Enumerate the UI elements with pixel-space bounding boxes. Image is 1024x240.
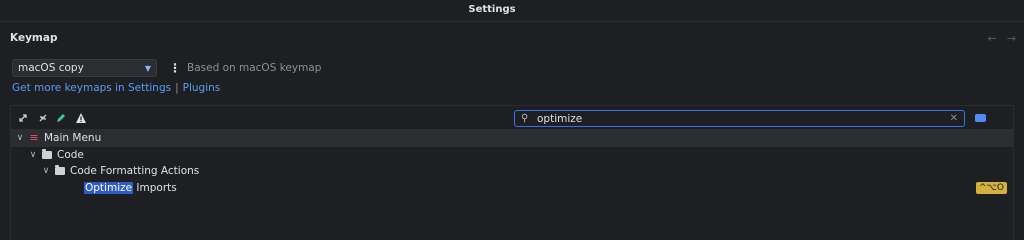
chevron-down-icon[interactable]: ∨ — [27, 150, 39, 160]
more-options-icon[interactable]: ⋮ — [169, 61, 181, 75]
search-field[interactable]: ⚲ ✕ — [514, 110, 965, 127]
keymap-dropdown-value: macOS copy — [18, 62, 84, 74]
collapse-all-icon[interactable] — [37, 112, 49, 124]
menu-icon: ≡ — [29, 131, 39, 145]
tree-row[interactable]: ∨ Code Formatting Actions — [11, 163, 1013, 180]
based-on-label: Based on macOS keymap — [187, 62, 322, 74]
tree-item-label: Code — [57, 148, 84, 161]
folder-icon — [55, 165, 65, 176]
keymap-toolbar: ⚲ ✕ — [11, 106, 1013, 130]
link-separator: | — [175, 82, 179, 94]
back-arrow-icon[interactable]: ← — [988, 32, 997, 45]
warning-icon[interactable] — [75, 112, 87, 124]
tree-item-label: Code Formatting Actions — [70, 165, 200, 178]
action-tree: ∨ ≡ Main Menu ∨ Code ∨ Code Formatting A… — [11, 130, 1013, 196]
chevron-down-icon[interactable]: ∨ — [40, 166, 52, 176]
get-more-keymaps-link[interactable]: Get more keymaps in Settings — [12, 82, 171, 94]
search-input[interactable] — [535, 112, 950, 125]
tree-row[interactable]: ∨ Code — [11, 147, 1013, 164]
chevron-down-icon[interactable]: ∨ — [14, 133, 26, 143]
forward-arrow-icon[interactable]: → — [1007, 32, 1016, 45]
plugins-link[interactable]: Plugins — [183, 82, 221, 94]
find-by-shortcut-icon[interactable] — [975, 114, 986, 122]
clear-search-icon[interactable]: ✕ — [950, 113, 958, 124]
tree-item-label: Main Menu — [44, 132, 102, 145]
page-title: Keymap — [10, 32, 58, 44]
keymap-panel: ⚲ ✕ ∨ ≡ Main Menu ∨ Code ∨ Code Formatti… — [10, 105, 1014, 240]
folder-icon — [42, 148, 52, 159]
keymap-dropdown[interactable]: macOS copy ▼ — [12, 59, 157, 77]
search-icon[interactable]: ⚲ — [521, 113, 535, 124]
navigation-arrows: ← → — [988, 32, 1016, 45]
tree-row[interactable]: Optimize Imports ^⌥O — [11, 180, 1013, 197]
keymap-links: Get more keymaps in Settings | Plugins — [12, 82, 220, 94]
title-bar: Settings — [0, 0, 1024, 22]
search-match-highlight: Optimize — [84, 181, 134, 194]
edit-icon[interactable] — [55, 112, 67, 124]
chevron-down-icon: ▼ — [144, 63, 151, 73]
tree-row[interactable]: ∨ ≡ Main Menu — [11, 130, 1013, 147]
expand-all-icon[interactable] — [17, 112, 29, 124]
tree-item-label: Imports — [133, 181, 177, 194]
keymap-selector-row: macOS copy ▼ ⋮ Based on macOS keymap — [12, 59, 321, 77]
window-title: Settings — [468, 4, 516, 15]
shortcut-badge: ^⌥O — [976, 181, 1007, 194]
